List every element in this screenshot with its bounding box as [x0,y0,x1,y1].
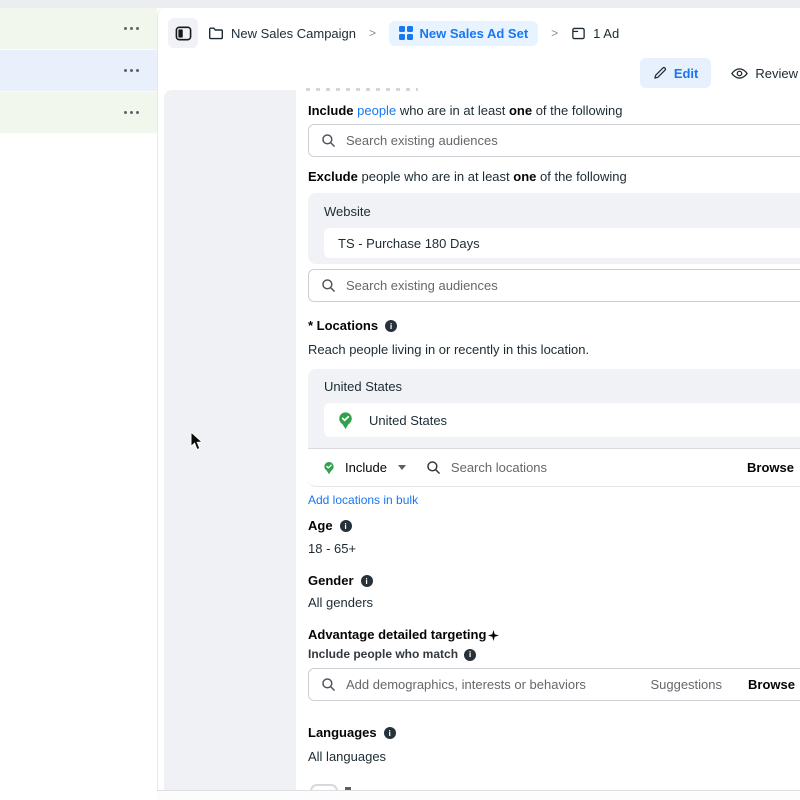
detailed-targeting-search[interactable]: Suggestions Browse [308,668,800,701]
breadcrumb-item-ad[interactable]: 1 Ad [571,26,619,41]
table-row[interactable] [0,92,157,134]
languages-value: All languages [308,749,800,764]
eye-icon [731,65,748,82]
include-audience-search-input[interactable] [346,133,800,148]
pencil-icon [653,66,667,80]
edit-button[interactable]: Edit [640,58,712,88]
location-pin-icon [322,461,336,475]
info-icon[interactable] [385,320,397,332]
breadcrumb-item-adset[interactable]: New Sales Ad Set [389,21,538,46]
adset-grid-icon [399,26,413,40]
browse-targeting-button[interactable]: Browse [748,677,795,692]
ad-frame-icon [571,26,586,41]
excluded-audience-item[interactable]: TS - Purchase 180 Days [324,228,800,258]
review-button-label: Review [755,66,798,81]
location-pin-icon [336,411,355,430]
locations-description: Reach people living in or recently in th… [308,342,800,357]
row-menu-icon[interactable] [124,27,140,31]
gender-label-row: Gender [308,573,800,589]
sidebar-panel-icon [175,25,192,42]
advantage-targeting-title: Advantage detailed targeting [308,627,800,643]
gender-value: All genders [308,595,800,610]
include-audience-search[interactable] [308,124,800,157]
locations-label-row: * Locations [308,318,800,334]
languages-label: Languages [308,725,377,741]
panel-toggle-button[interactable] [168,18,198,48]
search-icon [321,133,336,148]
search-icon [321,278,336,293]
selected-location-item[interactable]: United States [324,403,800,437]
age-label: Age [308,518,333,534]
folder-icon [208,25,224,41]
info-icon[interactable] [464,649,476,661]
exclude-word: Exclude [308,169,358,184]
search-icon [426,460,441,475]
info-icon[interactable] [361,575,373,587]
breadcrumb-adset-label: New Sales Ad Set [420,26,529,41]
exclude-audience-search-input[interactable] [346,278,800,293]
locations-box: United States United States Include Brow… [308,369,800,487]
breadcrumb-separator: > [366,26,379,40]
breadcrumb-campaign-label: New Sales Campaign [231,26,356,41]
breadcrumb-separator: > [548,26,561,40]
row-menu-icon[interactable] [124,69,140,73]
people-link[interactable]: people [357,103,396,118]
include-match-label-row: Include people who match [308,648,800,661]
suggestions-button[interactable]: Suggestions [650,677,722,692]
detailed-targeting-input[interactable] [346,677,640,692]
table-row[interactable] [0,8,157,50]
age-value: 18 - 65+ [308,541,800,556]
campaigns-table [0,8,157,134]
languages-label-row: Languages [308,725,800,741]
include-word: Include [308,103,354,118]
gender-label: Gender [308,573,354,589]
chevron-down-icon [398,465,406,470]
include-dropdown-label: Include [345,460,387,475]
search-icon [321,677,336,692]
excluded-audiences-box: Website TS - Purchase 180 Days [308,193,800,264]
include-exclude-dropdown[interactable]: Include [322,460,406,475]
info-icon[interactable] [384,727,396,739]
exclude-audience-search[interactable] [308,269,800,302]
scrolled-text-remnant [306,88,418,91]
panel-left-gutter [164,90,296,790]
table-row[interactable] [0,50,157,92]
include-audience-rule: Include people who are in at least one o… [308,103,800,119]
breadcrumb-item-campaign[interactable]: New Sales Campaign [208,25,356,41]
location-search-row: Include Browse [308,448,800,487]
panel-actions: Edit Review [640,56,800,90]
adset-edit-form: Include people who are in at least one o… [308,88,800,798]
edit-button-label: Edit [674,66,699,81]
locations-box-title: United States [324,379,800,395]
location-search-input[interactable] [451,460,747,475]
locations-label: * Locations [308,318,378,334]
panel-footer-area [157,791,800,800]
app-top-edge [0,0,800,8]
review-button[interactable]: Review [731,65,798,82]
include-match-label: Include people who match [308,648,458,661]
exclude-audience-rule: Exclude people who are in at least one o… [308,169,800,185]
info-icon[interactable] [340,520,352,532]
add-locations-bulk-link[interactable]: Add locations in bulk [308,493,418,507]
excluded-audience-name: TS - Purchase 180 Days [338,236,480,251]
selected-location-name: United States [369,413,447,428]
browse-locations-button[interactable]: Browse [747,460,794,475]
excluded-category-label: Website [324,204,800,220]
breadcrumb-ad-label: 1 Ad [593,26,619,41]
age-label-row: Age [308,518,800,534]
row-menu-icon[interactable] [124,111,140,115]
breadcrumb: New Sales Campaign > New Sales Ad Set > … [168,14,800,52]
advantage-plus-icon [488,630,499,641]
